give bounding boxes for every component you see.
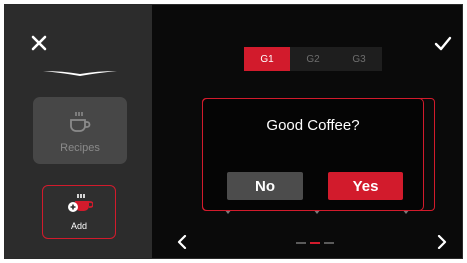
grinder-tabs: G1 G2 G3 <box>244 47 382 71</box>
checkmark-icon <box>434 36 452 51</box>
add-button[interactable]: Add <box>42 185 116 239</box>
tab-g1[interactable]: G1 <box>244 47 290 71</box>
recipes-button[interactable]: Recipes <box>33 97 127 164</box>
yes-button[interactable]: Yes <box>328 172 403 200</box>
add-label: Add <box>70 221 87 231</box>
no-button[interactable]: No <box>227 172 303 200</box>
chevron-right-icon <box>437 235 447 249</box>
close-icon <box>31 35 47 51</box>
add-coffee-icon <box>68 194 93 212</box>
confirm-button[interactable] <box>432 33 454 55</box>
divider-wing-icon <box>43 71 117 76</box>
sidebar: Recipes Add <box>5 5 152 258</box>
page-dot-active <box>310 242 320 244</box>
app-window: Recipes Add G1 G2 G3 Good Coffee? No Yes <box>4 4 463 259</box>
close-button[interactable] <box>29 33 49 53</box>
recipes-label: Recipes <box>60 141 100 154</box>
chevron-left-icon <box>177 235 187 249</box>
coffee-cup-icon <box>70 111 91 132</box>
page-dot <box>324 242 334 244</box>
main-panel: G1 G2 G3 Good Coffee? No Yes <box>152 5 462 258</box>
page-dot <box>296 242 306 244</box>
tab-g3[interactable]: G3 <box>336 47 382 71</box>
page-indicator <box>296 242 334 244</box>
dialog-question: Good Coffee? <box>266 117 360 134</box>
next-button[interactable] <box>432 232 452 252</box>
feedback-dialog: Good Coffee? No Yes <box>202 98 424 211</box>
prev-button[interactable] <box>172 232 192 252</box>
tab-g2[interactable]: G2 <box>290 47 336 71</box>
